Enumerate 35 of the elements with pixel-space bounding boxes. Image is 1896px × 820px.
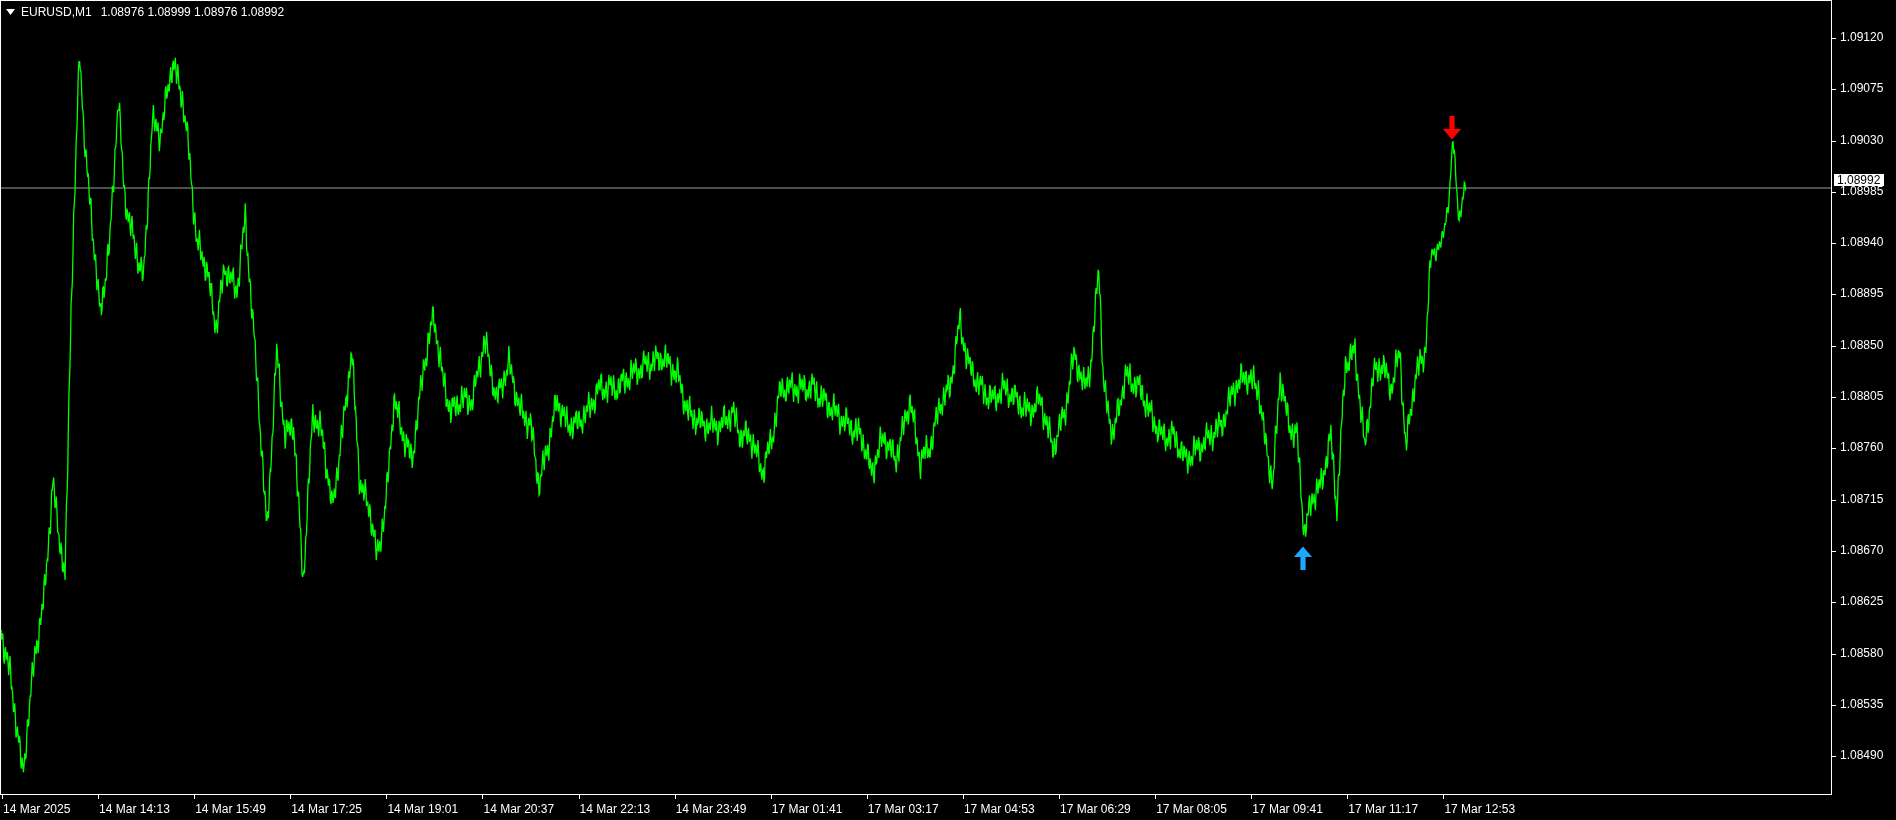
time-tick-label: 17 Mar 03:17	[867, 802, 939, 816]
price-tick-label: 1.08535	[1840, 696, 1884, 711]
time-tick-label: 17 Mar 12:53	[1444, 802, 1516, 816]
price-tick-label: 1.09075	[1840, 81, 1884, 96]
price-tick-label: 1.08895	[1840, 286, 1884, 301]
price-tick-label: 1.08715	[1840, 491, 1884, 506]
time-tick-label: 14 Mar 17:25	[291, 802, 362, 816]
time-tick-label: 17 Mar 09:41	[1252, 802, 1323, 816]
time-tick-label: 14 Mar 23:49	[675, 802, 747, 816]
time-tick-label: 14 Mar 22:13	[579, 802, 651, 816]
current-price-label: 1.08992	[1834, 174, 1885, 186]
price-tick-label: 1.08940	[1840, 235, 1884, 250]
time-tick-label: 17 Mar 01:41	[771, 802, 843, 816]
time-tick-label: 17 Mar 11:17	[1348, 802, 1419, 816]
time-tick-label: 14 Mar 20:37	[483, 802, 555, 816]
time-tick-label: 14 Mar 15:49	[195, 802, 266, 816]
price-tick-label: 1.08805	[1840, 389, 1884, 404]
price-tick-label: 1.08490	[1840, 748, 1884, 763]
price-tick-label: 1.08985	[1840, 183, 1884, 198]
time-tick-label: 17 Mar 08:05	[1156, 802, 1227, 816]
symbol-label: EURUSD,M1	[21, 5, 92, 19]
quote-values: 1.08976 1.08999 1.08976 1.08992	[100, 5, 285, 19]
price-tick-label: 1.09030	[1840, 132, 1884, 147]
time-tick-label: 17 Mar 06:29	[1060, 802, 1131, 816]
price-tick-label: 1.09120	[1840, 30, 1884, 44]
time-tick-label: 14 Mar 19:01	[387, 802, 459, 816]
price-tick-label: 1.08760	[1840, 440, 1884, 455]
price-tick-label: 1.08850	[1840, 337, 1884, 352]
dropdown-triangle-icon[interactable]	[6, 9, 15, 15]
price-tick-label: 1.08625	[1840, 594, 1884, 609]
price-tick-label: 1.08670	[1840, 542, 1884, 557]
time-tick-label: 17 Mar 04:53	[963, 802, 1035, 816]
time-tick-label: 14 Mar 2025	[3, 802, 71, 816]
price-tick-label: 1.08580	[1840, 645, 1884, 660]
time-tick-label: 14 Mar 14:13	[99, 802, 170, 816]
